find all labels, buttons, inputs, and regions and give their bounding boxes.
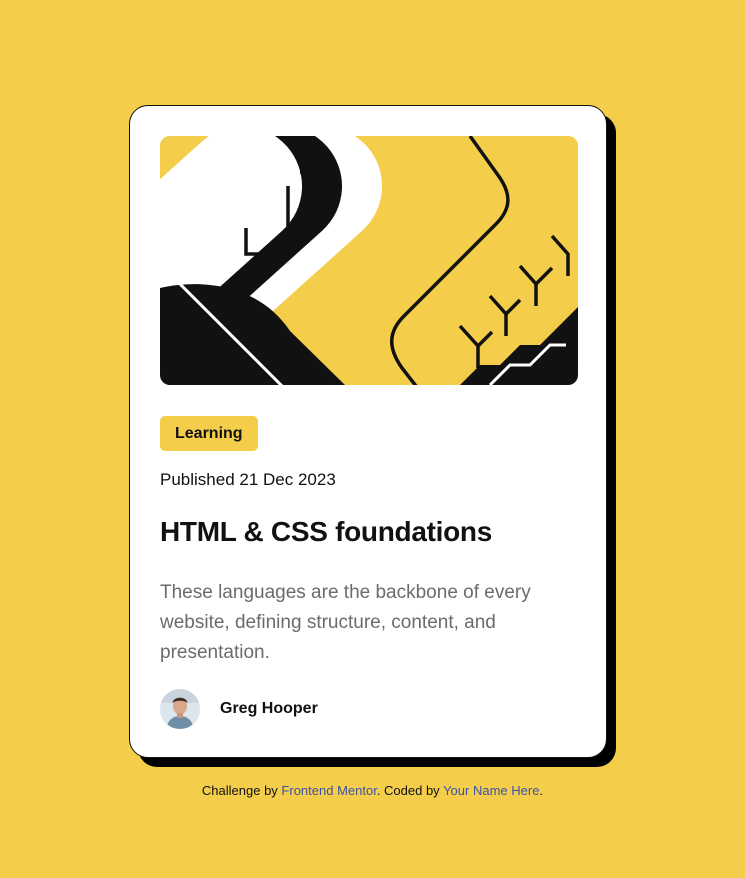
category-tag: Learning xyxy=(160,416,258,451)
author: Greg Hooper xyxy=(160,689,318,729)
attribution-prefix: Challenge by xyxy=(201,783,282,798)
author-link[interactable]: Your Name Here xyxy=(443,783,539,798)
avatar xyxy=(160,689,200,729)
attribution-suffix: . xyxy=(539,783,544,798)
attribution: Challenge by Frontend Mentor. Coded by Y… xyxy=(0,783,745,798)
attribution-middle: . Coded by xyxy=(376,783,444,798)
card-description: These languages are the backbone of ever… xyxy=(160,582,531,663)
card-title[interactable]: HTML & CSS foundations xyxy=(160,516,492,548)
author-name: Greg Hooper xyxy=(220,700,318,717)
blog-preview-card: Learning Published 21 Dec 2023 HTML & CS… xyxy=(129,105,607,758)
greg-hooper-avatar-icon xyxy=(160,689,200,729)
published-date: Published 21 Dec 2023 xyxy=(160,470,336,489)
frontend-mentor-link[interactable]: Frontend Mentor xyxy=(281,783,376,798)
hero-illustration xyxy=(160,136,578,385)
